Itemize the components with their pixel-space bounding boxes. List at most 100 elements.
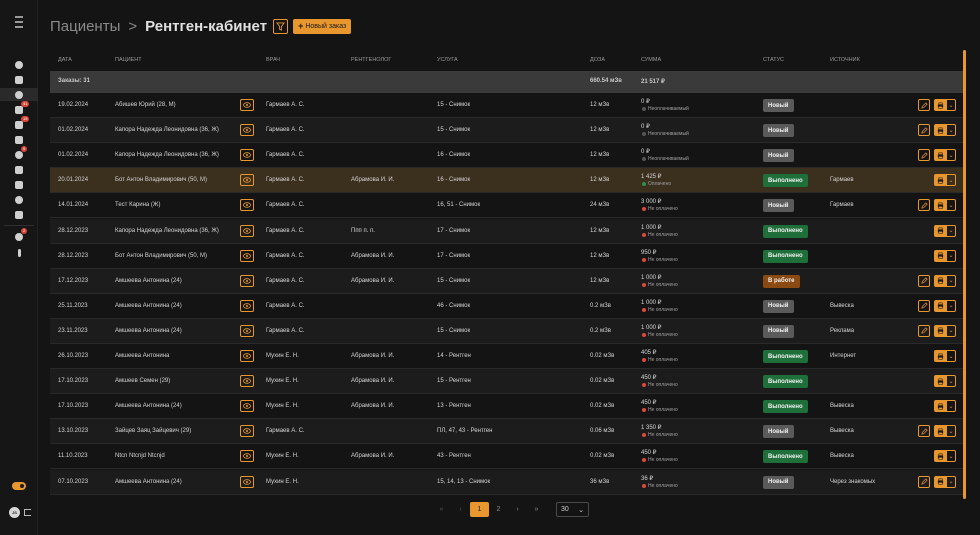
table-row[interactable]: 19.02.2024 Абишев Юрий (28, М) Гармаев А. …: [50, 93, 963, 118]
view-patient-button[interactable]: [240, 400, 254, 413]
row-patient[interactable]: Абишев Юрий (28, М): [115, 102, 176, 108]
table-row[interactable]: 13.10.2023 Зайцев Заяц Зайцевич (29) Гарма…: [50, 419, 963, 445]
view-patient-button[interactable]: [240, 350, 254, 362]
sidebar-item-cards[interactable]: [0, 73, 38, 86]
print-options-button[interactable]: ⌄: [946, 274, 956, 287]
view-patient-button[interactable]: [240, 224, 254, 237]
print-button[interactable]: [934, 350, 946, 362]
print-button[interactable]: [934, 199, 946, 212]
print-options-button[interactable]: ⌄: [946, 124, 956, 137]
edit-button[interactable]: [918, 324, 930, 337]
print-options-button[interactable]: ⌄: [946, 99, 956, 111]
row-patient[interactable]: Капора Надежда Леонидовна (36, Ж): [115, 228, 219, 234]
view-patient-button[interactable]: [240, 324, 254, 337]
print-options-button[interactable]: ⌄: [946, 375, 956, 388]
print-options-button[interactable]: ⌄: [946, 224, 956, 237]
print-button[interactable]: [934, 249, 946, 262]
print-button[interactable]: [934, 324, 946, 337]
table-row[interactable]: 07.10.2023 Амшеева Антонина (24) Мухин Е. …: [50, 469, 963, 495]
sidebar-item-book[interactable]: [0, 163, 38, 176]
view-patient-button[interactable]: [240, 149, 254, 162]
sidebar-item-notifications[interactable]: 2: [0, 228, 38, 243]
print-options-button[interactable]: ⌄: [946, 350, 956, 362]
theme-toggle[interactable]: [12, 482, 26, 490]
col-status[interactable]: СТАТУС: [763, 57, 784, 63]
table-row[interactable]: 28.12.2023 Капора Надежда Леонидовна (36,…: [50, 218, 963, 244]
sidebar-item-info[interactable]: [0, 246, 38, 259]
row-patient[interactable]: Амшеева Антонина (24): [115, 403, 182, 409]
table-row[interactable]: 25.11.2023 Амшеева Антонина (24) Гармаев А…: [50, 294, 963, 319]
page-size-select[interactable]: 30 ⌄: [556, 502, 589, 517]
col-radiologist[interactable]: РЕНТГЕНОЛОГ: [351, 57, 391, 63]
row-patient[interactable]: Амшеева Антонина (24): [115, 303, 182, 309]
table-row[interactable]: 26.10.2023 Амшеева Антонина Мухин Е. Н. Абр…: [50, 344, 963, 369]
edit-button[interactable]: [918, 425, 930, 438]
view-patient-button[interactable]: [240, 450, 254, 463]
table-row[interactable]: 01.02.2024 Капора Надежда Леонидовна (36,…: [50, 143, 963, 169]
view-patient-button[interactable]: [240, 124, 254, 137]
view-patient-button[interactable]: [240, 174, 254, 187]
print-options-button[interactable]: ⌄: [946, 475, 956, 488]
status-badge[interactable]: Новый: [763, 149, 794, 163]
view-patient-button[interactable]: [240, 375, 254, 388]
col-date[interactable]: ДАТА: [58, 57, 72, 63]
edit-button[interactable]: [918, 299, 930, 312]
table-row[interactable]: 11.10.2023 Ntcn Ntcnjd Ntcnjd Мухин Е. Н. А…: [50, 444, 963, 470]
logout-icon[interactable]: [24, 509, 31, 516]
page-1-button[interactable]: 1: [470, 502, 489, 517]
row-patient[interactable]: Амшеева Антонина (24): [115, 479, 182, 485]
view-patient-button[interactable]: [240, 274, 254, 287]
filter-button[interactable]: [273, 18, 289, 34]
edit-button[interactable]: [918, 99, 930, 111]
print-options-button[interactable]: ⌄: [946, 249, 956, 262]
view-patient-button[interactable]: [240, 475, 254, 488]
col-service[interactable]: УСЛУГА: [437, 57, 458, 63]
row-patient[interactable]: Амшеева Антонина (24): [115, 278, 182, 284]
status-badge[interactable]: Новый: [763, 124, 794, 138]
row-patient[interactable]: Амшеев Семен (29): [115, 378, 170, 384]
print-options-button[interactable]: ⌄: [946, 199, 956, 212]
print-options-button[interactable]: ⌄: [946, 174, 956, 187]
print-options-button[interactable]: ⌄: [946, 299, 956, 312]
table-row[interactable]: 23.11.2023 Амшеева Антонина (24) Гармаев А…: [50, 318, 963, 344]
row-patient[interactable]: Амшеева Антонина (24): [115, 328, 182, 334]
col-dose[interactable]: ДОЗА: [590, 57, 605, 63]
new-order-button[interactable]: + Новый заказ: [293, 18, 352, 34]
print-options-button[interactable]: ⌄: [946, 400, 956, 413]
first-page-button[interactable]: «: [432, 502, 451, 517]
table-row[interactable]: 20.01.2024 Бот Антон Владимирович (50, М)…: [50, 168, 963, 194]
sidebar-item-plugins[interactable]: [0, 208, 38, 221]
col-doctor[interactable]: ВРАЧ: [266, 57, 280, 63]
table-row[interactable]: 28.12.2023 Бот Антон Владимирович (50, М)…: [50, 244, 963, 269]
table-row[interactable]: 17.12.2023 Амшеева Антонина (24) Гармаев А…: [50, 268, 963, 294]
sidebar-item-reports[interactable]: [0, 178, 38, 191]
row-patient[interactable]: Ntcn Ntcnjd Ntcnjd: [115, 453, 165, 459]
print-button[interactable]: [934, 299, 946, 312]
col-source[interactable]: ИСТОЧНИК: [830, 57, 860, 63]
print-options-button[interactable]: ⌄: [946, 324, 956, 337]
print-options-button[interactable]: ⌄: [946, 450, 956, 463]
sidebar-item-patients[interactable]: [0, 88, 38, 101]
scrollbar-thumb[interactable]: [963, 50, 966, 499]
status-badge[interactable]: Новый: [763, 475, 794, 489]
row-patient[interactable]: Бот Антон Владимирович (50, М): [115, 177, 207, 183]
prev-page-button[interactable]: ‹: [451, 502, 470, 517]
breadcrumb-root[interactable]: Пациенты: [50, 18, 120, 35]
edit-button[interactable]: [918, 124, 930, 137]
status-badge[interactable]: Выполнено: [763, 400, 808, 414]
row-patient[interactable]: Бот Антон Владимирович (50, М): [115, 253, 207, 259]
menu-icon[interactable]: [12, 16, 26, 28]
sidebar-item-storage[interactable]: 5: [0, 146, 38, 161]
print-button[interactable]: [934, 224, 946, 237]
print-button[interactable]: [934, 149, 946, 162]
row-patient[interactable]: Капора Надежда Леонидовна (36, Ж): [115, 127, 219, 133]
print-button[interactable]: [934, 375, 946, 388]
edit-button[interactable]: [918, 199, 930, 212]
row-patient[interactable]: Капора Надежда Леонидовна (36, Ж): [115, 152, 219, 158]
status-badge[interactable]: Новый: [763, 324, 794, 338]
print-button[interactable]: [934, 274, 946, 287]
status-badge[interactable]: Новый: [763, 425, 794, 439]
table-row[interactable]: 14.01.2024 Тест Карина (Ж) Гармаев А. С. 16…: [50, 193, 963, 219]
status-badge[interactable]: В работе: [763, 274, 800, 288]
view-patient-button[interactable]: [240, 249, 254, 262]
